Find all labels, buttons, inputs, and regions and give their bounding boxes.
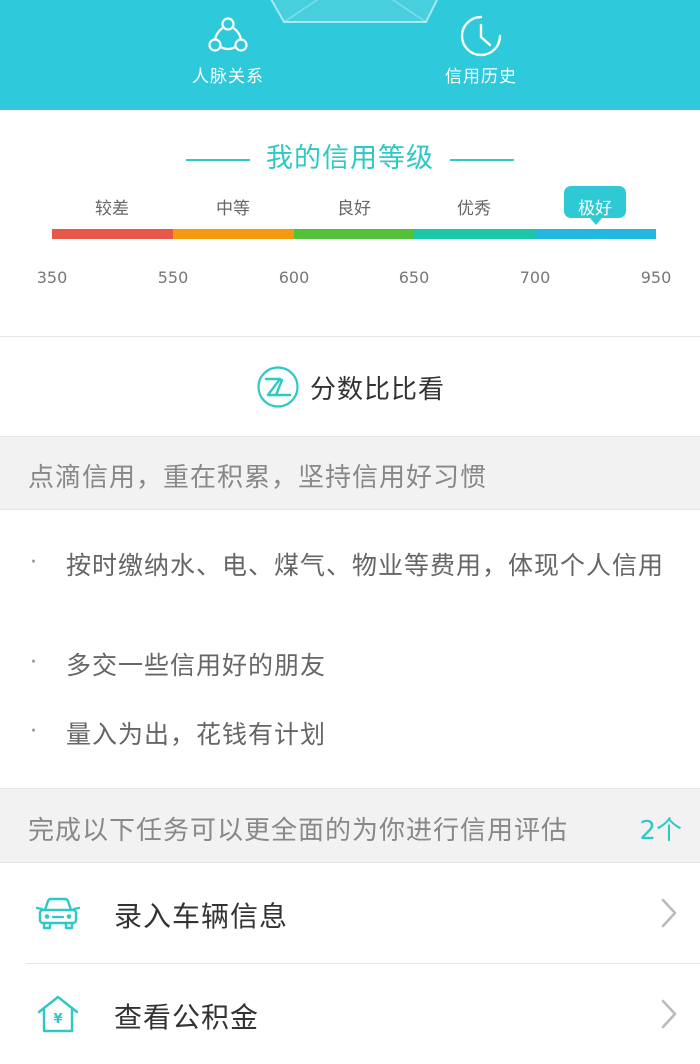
level-segment-medium [172,229,294,239]
car-icon [36,897,80,930]
bullet-dot: · [30,650,37,675]
level-segment-excellent [414,229,536,239]
score-tick: 950 [640,268,672,287]
zl-logo-icon [257,366,299,408]
level-segment-poor [52,229,173,239]
credit-level-title: 我的信用等级 [0,136,700,175]
tip-text: 多交一些信用好的朋友 [66,651,327,680]
score-compare-label: 分数比比看 [310,374,446,405]
svg-text:¥: ¥ [53,1012,62,1027]
title-line-right [450,158,514,161]
banner-decoration [270,0,439,23]
task-housing-fund[interactable]: ¥ 查看公积金 [0,964,700,1064]
credit-history-label: 信用历史 [445,67,517,87]
score-tick: 350 [36,268,68,287]
credit-history-button[interactable]: 信用历史 [421,14,541,94]
score-tick: 700 [519,268,551,287]
chevron-right-icon [661,999,677,1029]
level-label-poor: 较差 [95,199,129,219]
bullet-dot: · [30,550,37,575]
tips-list: · 按时缴纳水、电、煤气、物业等费用，体现个人信用 · 多交一些信用好的朋友 ·… [0,510,700,788]
level-label-good: 良好 [337,199,371,219]
task-vehicle-info[interactable]: 录入车辆信息 [0,863,700,963]
level-label-superb: 极好 [578,199,612,219]
level-label-excellent: 优秀 [457,199,491,219]
tip-text: 量入为出，花钱有计划 [66,720,327,749]
tips-header: 点滴信用，重在积累，坚持信用好习惯 [0,436,700,510]
credit-level-section: 我的信用等级 较差 中等 良好 优秀 极好 350 550 600 650 70… [0,110,700,337]
top-banner: 人脉关系 信用历史 [0,0,700,110]
score-ticks: 350 550 600 650 700 950 [37,268,672,292]
chevron-right-icon [661,898,677,928]
title-line-left [186,158,250,161]
people-network-icon [208,17,248,52]
level-label-medium: 中等 [216,199,250,219]
score-tick: 550 [157,268,189,287]
contacts-label: 人脉关系 [192,67,264,87]
task-label: 录入车辆信息 [114,900,289,933]
contacts-button[interactable]: 人脉关系 [168,14,288,94]
house-fund-icon: ¥ [37,995,79,1033]
clock-icon [460,15,502,57]
tasks-header: 完成以下任务可以更全面的为你进行信用评估 2个 [0,788,700,863]
score-tick: 600 [278,268,310,287]
tasks-header-text: 完成以下任务可以更全面的为你进行信用评估 [28,816,569,846]
credit-level-title-text: 我的信用等级 [266,143,434,174]
tasks-count: 2个 [639,816,682,846]
task-label: 查看公积金 [114,1001,260,1034]
level-segment-good [293,229,415,239]
credit-level-bar [52,229,656,239]
tip-text: 按时缴纳水、电、煤气、物业等费用，体现个人信用 [66,551,665,580]
score-compare-button[interactable]: 分数比比看 [0,337,700,436]
score-compare-content: 分数比比看 [256,365,445,409]
score-tick: 650 [398,268,430,287]
level-segment-superb [535,229,656,239]
level-labels: 较差 中等 良好 优秀 极好 [52,186,656,225]
tips-header-text: 点滴信用，重在积累，坚持信用好习惯 [28,463,488,493]
bullet-dot: · [30,719,37,744]
